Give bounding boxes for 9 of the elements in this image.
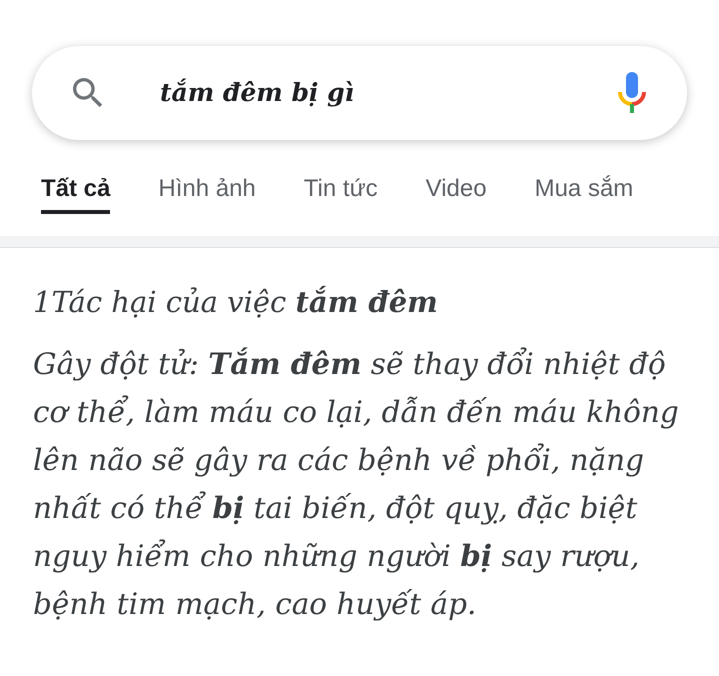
- result-heading: 1Tác hại của việc tắm đêm: [33, 284, 439, 321]
- search-field[interactable]: tắm đêm bị gì: [160, 74, 617, 112]
- search-tab[interactable]: Hình ảnh: [158, 168, 256, 214]
- search-tab[interactable]: Mua sắm: [534, 168, 634, 214]
- search-tab[interactable]: Tin tức: [304, 168, 378, 214]
- search-tab[interactable]: Video: [426, 168, 487, 214]
- microphone-icon[interactable]: [617, 72, 647, 114]
- result-snippet: Gây đột tử: Tắm đêm sẽ thay đổi nhiệt độ cơ thể, làm máu co lại, dẫn đến máu không lên não sẽ gây ra các bệnh về phổi, nặng nhất có thể bị tai biến, đột quỵ, đặc biệt nguy hiểm cho những người bị say rượu, bệnh tim mạch, cao huyết áp.: [33, 345, 680, 623]
- search-tab[interactable]: Tất cả: [41, 168, 110, 214]
